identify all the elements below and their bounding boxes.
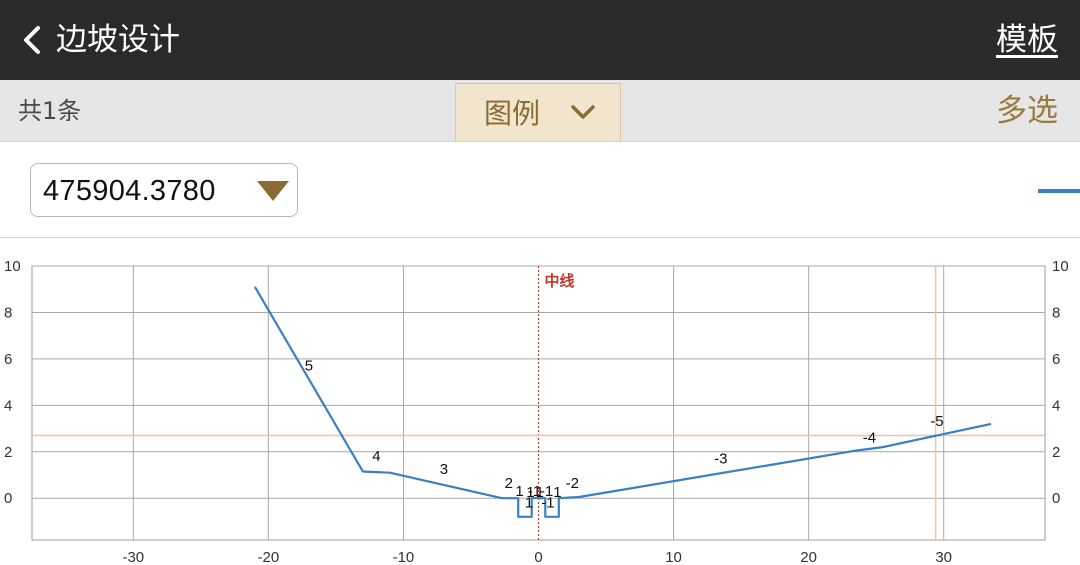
y-tick-label-left: 10: [4, 258, 21, 275]
caret-down-icon: [257, 181, 289, 201]
chevron-down-icon: [571, 105, 595, 119]
segment-label: -1: [540, 483, 553, 500]
cross-section-chart[interactable]: -30 -20 -10 0 10 20 300 02 24 46 68 810 10中线5432 1 1 1 1…: [0, 238, 1080, 565]
page-title: 边坡设计: [56, 22, 180, 58]
y-tick-label-right: 10: [1052, 258, 1069, 275]
segment-label: 5: [305, 357, 313, 374]
legend-toggle-button[interactable]: 图例: [455, 83, 621, 141]
y-tick-label-left: 8: [4, 304, 12, 321]
series-line: [253, 286, 992, 518]
y-tick-label-right: 2: [1052, 444, 1060, 461]
station-dropdown[interactable]: 475904.3780: [30, 163, 298, 217]
y-tick-label-left: 0: [4, 490, 12, 507]
y-tick-label-left: 4: [4, 397, 12, 414]
segment-label: -4: [863, 429, 876, 446]
chevron-left-icon[interactable]: [18, 20, 48, 60]
x-tick-label: -20: [258, 549, 280, 565]
x-tick-label: -10: [393, 549, 415, 565]
filter-bar: 共1条 图例 多选: [0, 80, 1080, 142]
segment-label: -5: [930, 413, 943, 430]
y-tick-label-right: 0: [1052, 490, 1060, 507]
x-tick-label: -30: [122, 549, 144, 565]
y-tick-label-right: 8: [1052, 304, 1060, 321]
x-tick-label: 0: [534, 549, 542, 565]
station-value: 475904.3780: [43, 175, 216, 207]
x-tick-label: 10: [665, 549, 682, 565]
x-tick-label: 20: [800, 549, 817, 565]
segment-label: 4: [372, 448, 380, 465]
top-app-bar: 边坡设计 模板: [0, 0, 1080, 80]
legend-toggle-label: 图例: [484, 97, 541, 130]
template-button[interactable]: 模板: [996, 18, 1058, 62]
y-tick-label-right: 6: [1052, 351, 1060, 368]
segment-label: 3: [440, 461, 448, 478]
segment-label: 2: [505, 475, 513, 492]
segment-label: 1: [515, 483, 523, 500]
x-tick-label: 30: [935, 549, 952, 565]
record-count: 共1条: [18, 97, 82, 125]
multi-select-button[interactable]: 多选: [996, 90, 1058, 132]
centerline-label: 中线: [545, 272, 575, 290]
y-tick-label-left: 6: [4, 351, 12, 368]
segment-label: -2: [566, 475, 579, 492]
segment-label: -3: [714, 450, 727, 467]
y-tick-label-left: 2: [4, 444, 12, 461]
y-tick-label-right: 4: [1052, 397, 1060, 414]
legend-swatch: [1038, 189, 1080, 193]
